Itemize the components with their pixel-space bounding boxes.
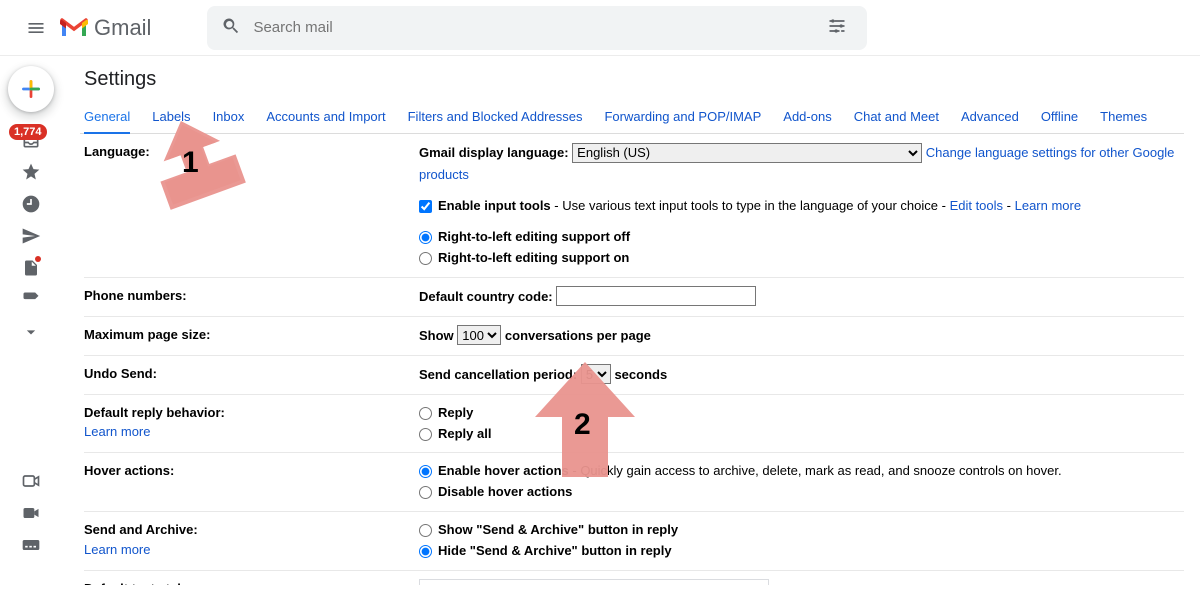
rtl-on-label: Right-to-left editing support on	[438, 248, 629, 269]
tab-offline[interactable]: Offline	[1041, 101, 1078, 133]
sidebar-categories[interactable]	[11, 286, 51, 314]
rtl-on-radio[interactable]	[419, 252, 432, 265]
pagesize-show: Show	[419, 328, 454, 343]
reply-opt1: Reply	[438, 403, 473, 424]
compose-button[interactable]	[8, 66, 54, 112]
hover-disable-radio[interactable]	[419, 486, 432, 499]
sidebar-bottom[interactable]	[11, 563, 51, 591]
sidebar-sent[interactable]	[11, 222, 51, 250]
sa-opt2: Hide "Send & Archive" button in reply	[438, 541, 672, 562]
undo-select[interactable]: 5	[581, 364, 611, 384]
gmail-logo-text: Gmail	[94, 15, 151, 41]
tab-advanced[interactable]: Advanced	[961, 101, 1019, 133]
tab-general[interactable]: General	[84, 101, 130, 134]
reply-label: Default reply behavior:	[84, 405, 225, 420]
sa-show-radio[interactable]	[419, 524, 432, 537]
pagesize-suffix: conversations per page	[505, 328, 651, 343]
gmail-icon	[60, 17, 88, 39]
tab-filters[interactable]: Filters and Blocked Addresses	[408, 101, 583, 133]
default-cc-label: Default country code:	[419, 289, 553, 304]
hover-opt1-desc: - Quickly gain access to archive, delete…	[569, 463, 1062, 478]
hover-label: Hover actions:	[84, 461, 419, 503]
reply-learn-more[interactable]: Learn more	[84, 424, 150, 439]
undo-suffix: seconds	[614, 367, 667, 382]
language-label: Language:	[84, 142, 419, 269]
hover-opt1-pre: Enable hover actions	[438, 463, 569, 478]
tab-addons[interactable]: Add-ons	[783, 101, 831, 133]
display-language-label: Gmail display language:	[419, 145, 569, 160]
sendarchive-label: Send and Archive:	[84, 522, 198, 537]
sendarchive-learn-more[interactable]: Learn more	[84, 542, 150, 557]
page-title: Settings	[84, 68, 1200, 91]
sidebar-starred[interactable]	[11, 158, 51, 186]
pagesize-label: Maximum page size:	[84, 325, 419, 347]
sidebar-more[interactable]	[11, 318, 51, 346]
enable-input-tools-checkbox[interactable]	[419, 200, 432, 213]
pagesize-select[interactable]: 100	[457, 325, 501, 345]
sidebar-snoozed[interactable]	[11, 190, 51, 218]
sa-opt1: Show "Send & Archive" button in reply	[438, 520, 678, 541]
reply-opt2: Reply all	[438, 424, 491, 445]
rtl-off-label: Right-to-left editing support off	[438, 227, 630, 248]
country-code-input[interactable]	[556, 286, 756, 306]
reply-radio[interactable]	[419, 407, 432, 420]
tab-chat[interactable]: Chat and Meet	[854, 101, 939, 133]
sidebar-drafts[interactable]	[11, 254, 51, 282]
enable-input-desc: - Use various text input tools to type i…	[551, 198, 950, 213]
enable-input-label: Enable input tools	[438, 198, 551, 213]
search-input[interactable]	[251, 18, 821, 37]
tab-forward[interactable]: Forwarding and POP/IMAP	[604, 101, 761, 133]
search-options-icon[interactable]	[821, 10, 853, 45]
tab-themes[interactable]: Themes	[1100, 101, 1147, 133]
sidebar-meet-join[interactable]	[11, 499, 51, 527]
input-tools-learn-more[interactable]: Learn more	[1015, 198, 1081, 213]
textstyle-label: Default text style:	[84, 581, 192, 585]
tab-inbox[interactable]: Inbox	[213, 101, 245, 133]
reply-all-radio[interactable]	[419, 428, 432, 441]
inbox-badge: 1,774	[9, 124, 47, 140]
sidebar-hangouts[interactable]	[11, 531, 51, 559]
phone-label: Phone numbers:	[84, 286, 419, 308]
edit-tools-link[interactable]: Edit tools	[950, 198, 1003, 213]
tab-accounts[interactable]: Accounts and Import	[266, 101, 385, 133]
drafts-indicator	[35, 256, 41, 262]
tab-labels[interactable]: Labels	[152, 101, 190, 133]
gmail-logo[interactable]: Gmail	[60, 15, 151, 41]
search-bar[interactable]	[207, 6, 867, 50]
undo-prefix: Send cancellation period:	[419, 367, 577, 382]
search-icon	[221, 16, 241, 39]
rtl-off-radio[interactable]	[419, 231, 432, 244]
hover-opt2: Disable hover actions	[438, 482, 572, 503]
undo-label: Undo Send:	[84, 364, 419, 386]
display-language-select[interactable]: English (US)	[572, 143, 922, 163]
hover-enable-radio[interactable]	[419, 465, 432, 478]
settings-tabs: General Labels Inbox Accounts and Import…	[80, 101, 1184, 134]
sa-hide-radio[interactable]	[419, 545, 432, 558]
sidebar-inbox[interactable]: 1,774	[11, 126, 51, 154]
text-style-box: Comic Sa...▼ ᴛT▼ A▼ This is what your bo…	[419, 579, 769, 585]
sidebar-meet-new[interactable]	[11, 467, 51, 495]
main-menu-button[interactable]	[16, 8, 56, 48]
